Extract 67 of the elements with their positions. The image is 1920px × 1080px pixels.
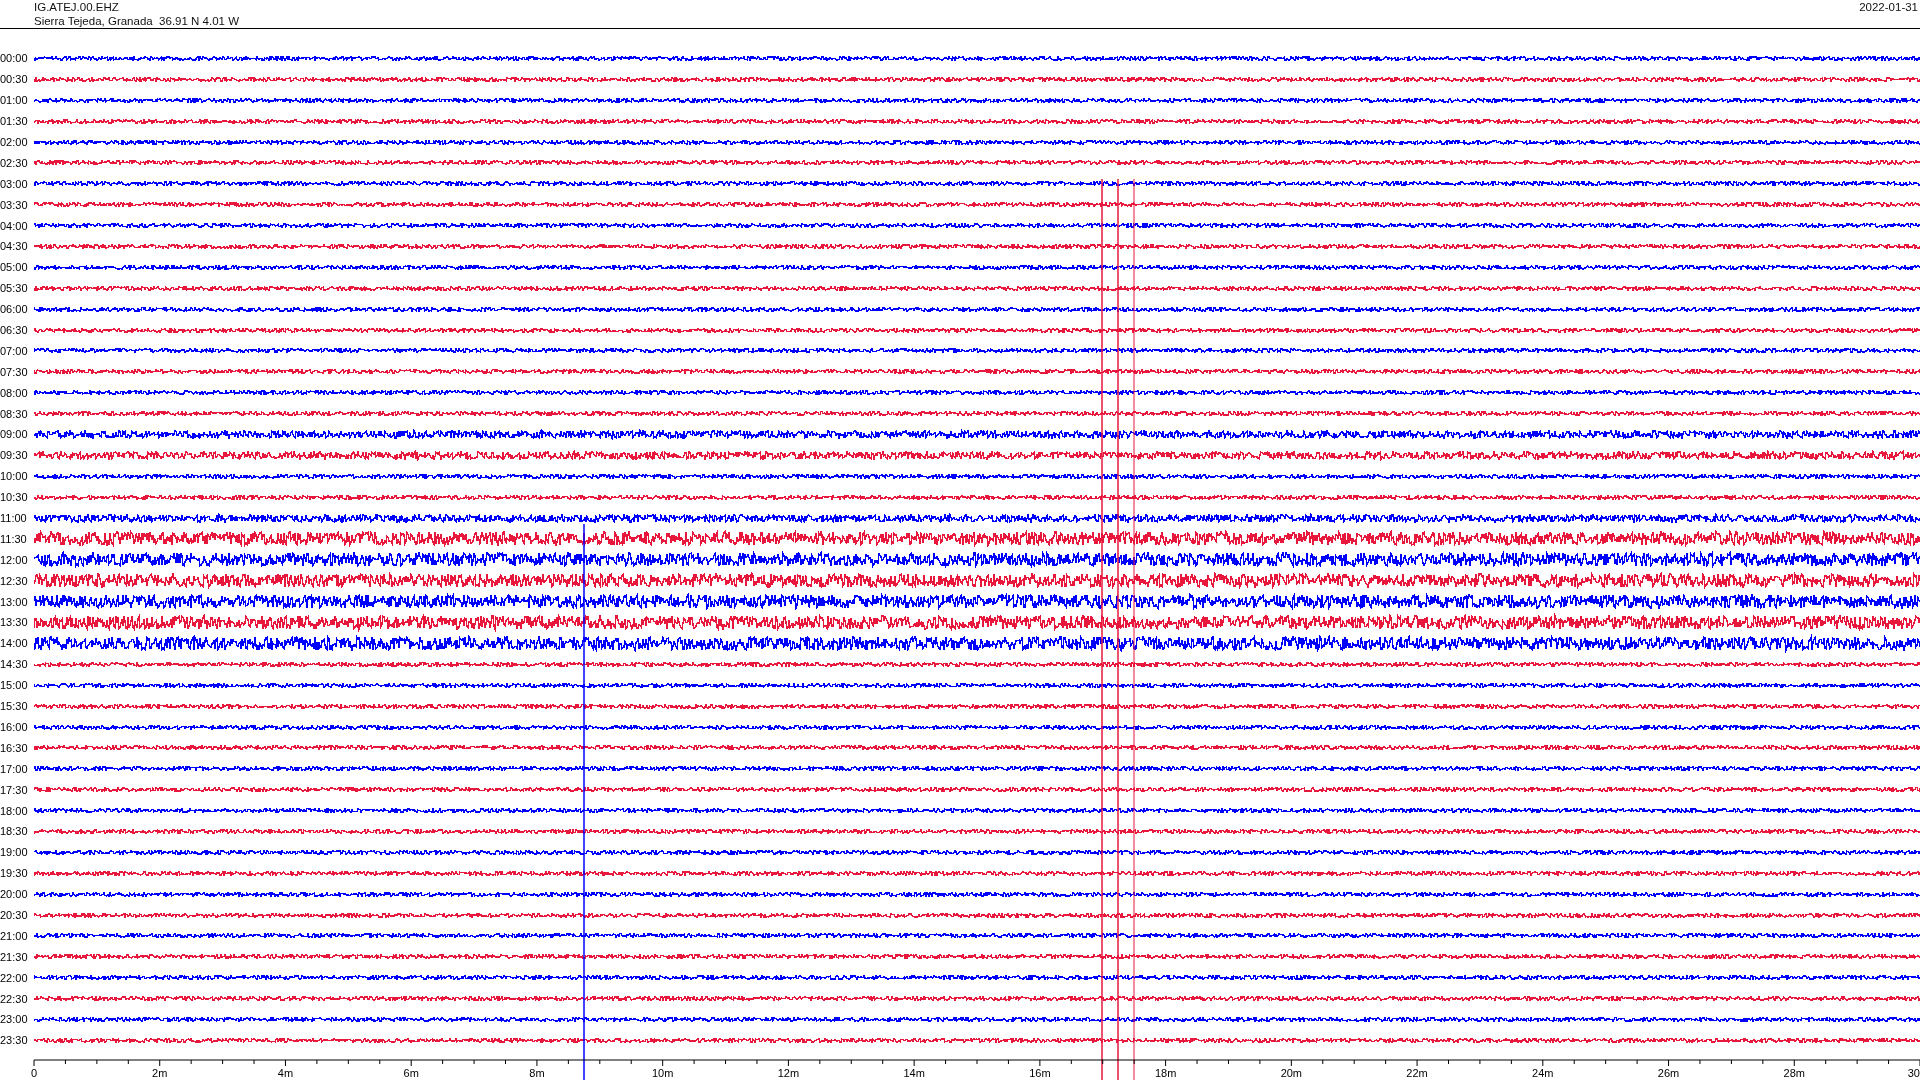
time-label: 20:00 bbox=[0, 888, 29, 901]
station-code: IG.ATEJ.00.EHZ bbox=[34, 0, 120, 14]
time-label: 18:00 bbox=[0, 804, 29, 817]
time-label: 04:30 bbox=[0, 240, 29, 253]
time-label: 09:30 bbox=[0, 449, 29, 462]
time-label: 22:00 bbox=[0, 971, 29, 984]
time-label: 19:00 bbox=[0, 846, 29, 859]
time-label: 18:30 bbox=[0, 825, 29, 838]
station-location: Sierra Tejeda, Granada 36.91 N 4.01 W bbox=[34, 14, 239, 28]
time-label: 00:00 bbox=[0, 52, 29, 65]
time-label: 08:30 bbox=[0, 407, 29, 420]
time-label: 04:00 bbox=[0, 219, 29, 232]
tick-label: 22m bbox=[1406, 1066, 1428, 1079]
time-label: 12:00 bbox=[0, 553, 29, 566]
tick-label: 26m bbox=[1657, 1066, 1680, 1079]
time-label: 06:30 bbox=[0, 324, 29, 336]
time-label: 07:30 bbox=[0, 365, 29, 378]
tick-label: 6m bbox=[403, 1066, 419, 1079]
time-label: 21:00 bbox=[0, 929, 29, 942]
tick-label: 10m bbox=[651, 1066, 674, 1079]
time-label: 14:00 bbox=[0, 637, 29, 650]
time-label: 01:30 bbox=[0, 115, 29, 128]
tick-label: 14m bbox=[903, 1066, 925, 1079]
tick-label: 30 bbox=[1907, 1066, 1920, 1079]
time-label: 21:30 bbox=[0, 950, 29, 963]
tick-label: 18m bbox=[1154, 1066, 1177, 1079]
time-label: 05:30 bbox=[0, 282, 29, 295]
time-label: 13:30 bbox=[0, 616, 29, 629]
time-label: 10:00 bbox=[0, 470, 29, 483]
time-label: 11:00 bbox=[0, 512, 28, 525]
time-label: 00:30 bbox=[0, 73, 29, 86]
time-label: 01:00 bbox=[0, 94, 29, 107]
time-label: 17:30 bbox=[0, 783, 29, 796]
time-label: 06:00 bbox=[0, 303, 29, 316]
tick-label: 24m bbox=[1532, 1066, 1554, 1079]
time-label: 15:00 bbox=[0, 679, 29, 692]
time-label: 19:30 bbox=[0, 867, 29, 880]
tick-label: 8m bbox=[529, 1066, 545, 1079]
time-label: 17:00 bbox=[0, 762, 29, 775]
tick-label: 16m bbox=[1029, 1066, 1051, 1079]
record-date: 2022-01-31 bbox=[1859, 0, 1918, 15]
time-label: 05:00 bbox=[0, 261, 29, 274]
time-label: 23:00 bbox=[0, 1013, 29, 1026]
time-label: 16:30 bbox=[0, 741, 29, 754]
time-label: 12:30 bbox=[0, 574, 29, 587]
time-label: 11:30 bbox=[0, 532, 28, 545]
time-label: 07:00 bbox=[0, 344, 29, 357]
tick-label: 4m bbox=[277, 1066, 294, 1079]
time-label: 02:30 bbox=[0, 156, 29, 169]
tick-label: 2m bbox=[152, 1066, 168, 1079]
time-label: 23:30 bbox=[0, 1034, 29, 1047]
tick-label: 28m bbox=[1783, 1066, 1805, 1079]
time-label: 22:30 bbox=[0, 992, 29, 1005]
time-label: 09:00 bbox=[0, 428, 29, 441]
time-label: 13:00 bbox=[0, 595, 29, 608]
time-label: 03:00 bbox=[0, 177, 29, 190]
tick-label: 12m bbox=[777, 1066, 800, 1079]
time-label: 10:30 bbox=[0, 491, 29, 504]
tick-label: 20m bbox=[1280, 1066, 1303, 1079]
time-label: 08:00 bbox=[0, 386, 29, 399]
time-label: 14:30 bbox=[0, 658, 29, 671]
tick-label: 0 bbox=[30, 1066, 38, 1079]
time-label: 16:00 bbox=[0, 720, 29, 733]
time-label: 20:30 bbox=[0, 908, 29, 921]
time-label: 02:00 bbox=[0, 136, 29, 148]
time-label: 15:30 bbox=[0, 700, 29, 713]
time-label: 03:30 bbox=[0, 198, 29, 211]
